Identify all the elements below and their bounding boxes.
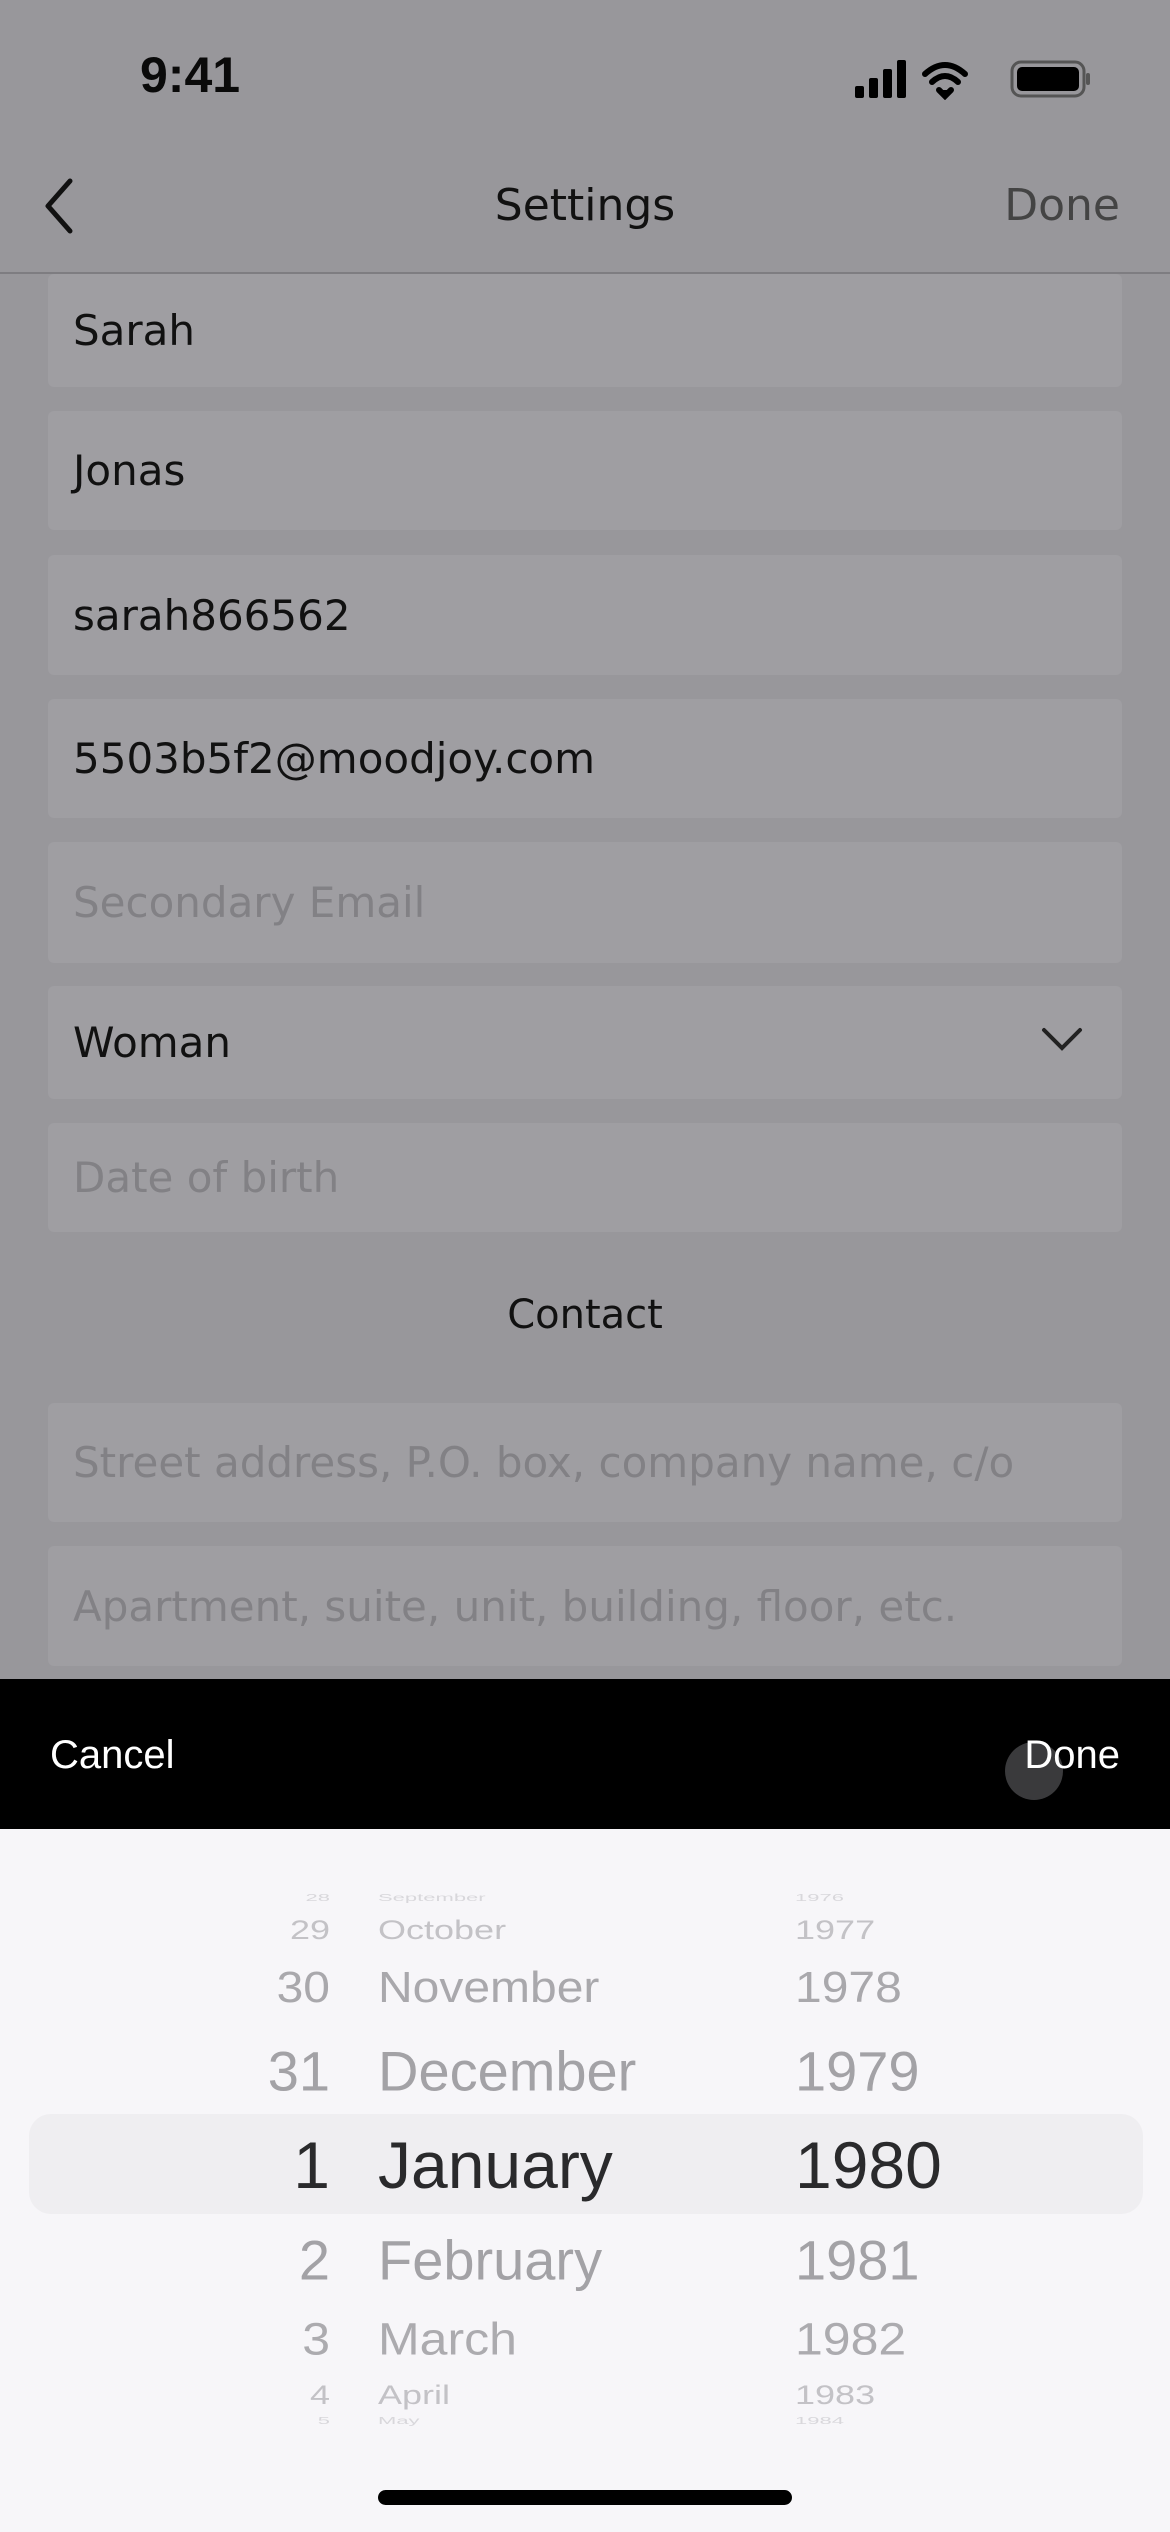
picker-year-option[interactable]: 1977: [795, 1914, 875, 1946]
picker-day-option[interactable]: 31: [210, 2039, 330, 2104]
picker-year-option[interactable]: 1976: [795, 1892, 844, 1904]
picker-month-option[interactable]: October: [378, 1914, 506, 1946]
picker-month-option[interactable]: December: [378, 2039, 636, 2104]
picker-day-option[interactable]: 2: [210, 2228, 330, 2293]
picker-day-option[interactable]: 3: [210, 2313, 330, 2365]
picker-month-option[interactable]: March: [378, 2313, 517, 2365]
nav-done-button[interactable]: Done: [1004, 180, 1120, 231]
date-of-birth-field[interactable]: Date of birth: [48, 1123, 1122, 1232]
picker-year-option[interactable]: 1980: [795, 2127, 942, 2203]
picker-month-option[interactable]: February: [378, 2228, 602, 2293]
status-icons: [855, 60, 1090, 100]
apartment-field[interactable]: Apartment, suite, unit, building, floor,…: [48, 1546, 1122, 1666]
picker-month-option[interactable]: April: [378, 2379, 450, 2411]
picker-day-option[interactable]: 30: [210, 1963, 330, 2013]
status-time: 9:41: [140, 47, 241, 103]
street-address-field[interactable]: Street address, P.O. box, company name, …: [48, 1403, 1122, 1522]
picker-year-option[interactable]: 1981: [795, 2228, 920, 2293]
picker-year-option[interactable]: 1983: [795, 2379, 875, 2411]
picker-month-option[interactable]: January: [378, 2127, 613, 2203]
picker-day-option[interactable]: 29: [210, 1914, 330, 1946]
picker-year-option[interactable]: 1982: [795, 2313, 906, 2365]
wifi-icon: [922, 62, 968, 100]
picker-toolbar: [0, 1679, 1170, 1829]
gender-value: Woman: [73, 1018, 232, 1067]
page-title: Settings: [494, 180, 676, 231]
picker-day-option[interactable]: 1: [210, 2127, 330, 2203]
email-field[interactable]: 5503b5f2@moodjoy.com: [48, 699, 1122, 818]
home-indicator: [378, 2490, 792, 2505]
picker-day-option[interactable]: 28: [210, 1892, 330, 1904]
picker-done-button[interactable]: Done: [1024, 1733, 1120, 1778]
gender-select[interactable]: Woman: [48, 986, 1122, 1099]
picker-year-option[interactable]: 1979: [795, 2039, 920, 2104]
chevron-down-icon: [1042, 1028, 1082, 1051]
picker-month-option[interactable]: September: [378, 1892, 486, 1904]
battery-icon: [1010, 60, 1090, 98]
picker-year-option[interactable]: 1978: [795, 1963, 902, 2013]
secondary-email-field[interactable]: Secondary Email: [48, 842, 1122, 963]
picker-year-option[interactable]: 1984: [795, 2415, 844, 2427]
cancel-button[interactable]: Cancel: [50, 1733, 175, 1778]
username-field[interactable]: sarah866562: [48, 555, 1122, 675]
picker-day-option[interactable]: 4: [210, 2379, 330, 2411]
first-name-field[interactable]: Sarah: [48, 274, 1122, 387]
contact-heading: Contact: [507, 1292, 663, 1338]
picker-month-option[interactable]: May: [378, 2415, 420, 2427]
last-name-field[interactable]: Jonas: [48, 411, 1122, 530]
picker-day-option[interactable]: 5: [210, 2415, 330, 2427]
picker-month-option[interactable]: November: [378, 1963, 599, 2013]
cellular-signal-icon: [855, 60, 906, 98]
